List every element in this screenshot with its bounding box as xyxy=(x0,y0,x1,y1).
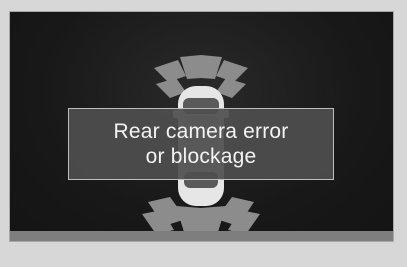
warning-message-line-1: Rear camera error xyxy=(113,120,289,143)
camera-error-message-box: Rear camera error or blockage xyxy=(68,108,334,180)
screen-bottom-bar xyxy=(10,231,393,241)
front-sensor-outer-right xyxy=(216,60,248,82)
warning-message-line-2: or blockage xyxy=(145,145,257,168)
camera-display-screen: Rear camera error or blockage xyxy=(9,11,394,242)
front-sensor-outer-left xyxy=(154,60,186,82)
